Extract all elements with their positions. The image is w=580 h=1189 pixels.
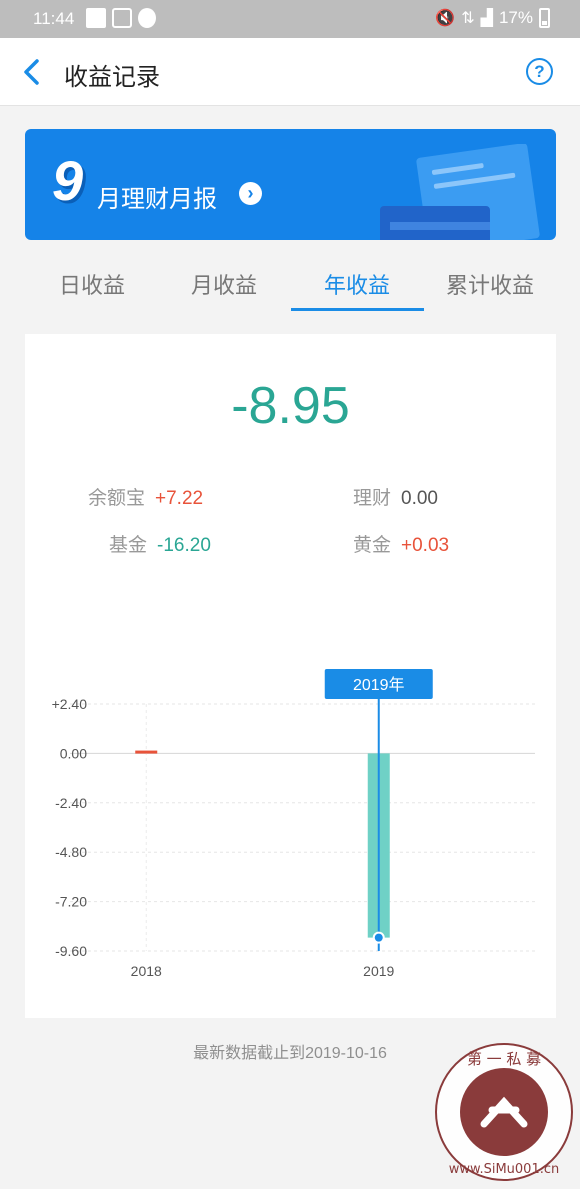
- selection-point: [372, 931, 385, 944]
- yearly-earnings-chart[interactable]: +2.40 0.00 -2.40 -4.80 -7.20 -9.60 2018 2019 201…: [25, 634, 556, 994]
- tab-bar: 日收益 月收益 年收益 累计收益: [0, 252, 580, 312]
- y-tick-label: -4.80: [55, 844, 87, 860]
- status-right: 🔇 ⇅ ▟ 17%: [435, 8, 550, 28]
- page-title: 收益记录: [64, 64, 160, 91]
- active-tab-indicator: [291, 308, 424, 311]
- y-tick-label: -2.40: [55, 795, 87, 811]
- fund-value: -16.20: [157, 535, 211, 556]
- watermark-bottom-text: www.SiMu001.cn: [449, 1162, 560, 1177]
- status-bar: 11:44 🔇 ⇅ ▟ 17%: [0, 0, 580, 38]
- fund-earnings: 基金 -16.20: [109, 530, 211, 557]
- total-earnings: -8.95: [231, 377, 350, 435]
- gold-value: +0.03: [401, 535, 450, 556]
- tooltip-label: 2019年: [353, 676, 405, 694]
- gold-label: 黄金: [353, 535, 392, 556]
- nav-bar: 收益记录 ?: [0, 38, 580, 106]
- wealth-earnings: 理财 0.00: [353, 483, 438, 510]
- watermark-logo: 第 一 私 募 www.SiMu001.cn: [435, 1043, 573, 1181]
- report-illustration-icon: [380, 144, 540, 240]
- y-tick-label: -9.60: [55, 943, 87, 959]
- earnings-card: -8.95 余额宝 +7.22 理财 0.00 基金 -16.20 黄金 +0.03 +…: [25, 334, 556, 1018]
- battery-icon: [539, 8, 550, 28]
- help-button[interactable]: ?: [526, 58, 553, 85]
- activity-icon: [112, 8, 132, 28]
- status-time: 11:44: [33, 9, 75, 28]
- banner-text: 月理财月报: [97, 186, 217, 213]
- notification-square-icon: [86, 8, 106, 28]
- battery-percent: 17%: [498, 8, 533, 27]
- tab-cumulative[interactable]: 累计收益: [424, 268, 556, 300]
- x-tick-label: 2019: [363, 963, 394, 979]
- y-tick-label: -7.20: [55, 894, 87, 910]
- gold-earnings: 黄金 +0.03: [353, 530, 449, 557]
- banner-month: 9: [52, 149, 84, 212]
- monthly-report-banner[interactable]: 9 月理财月报 ›: [25, 129, 556, 240]
- app-notification-icon: [138, 8, 156, 28]
- y-tick-label: +2.40: [52, 696, 88, 712]
- watermark-top-text: 第 一 私 募: [467, 1050, 541, 1068]
- fund-label: 基金: [109, 535, 148, 556]
- wealth-label: 理财: [353, 488, 392, 509]
- yuebao-earnings: 余额宝 +7.22: [88, 483, 203, 510]
- tab-yearly[interactable]: 年收益: [291, 268, 423, 300]
- yuebao-label: 余额宝: [88, 488, 146, 509]
- signal-icon: ▟: [480, 10, 493, 27]
- tab-monthly[interactable]: 月收益: [158, 268, 290, 300]
- chevron-left-icon: [24, 59, 39, 85]
- notification-icons: [86, 8, 156, 28]
- yuebao-value: +7.22: [155, 488, 204, 509]
- chevron-right-icon: ›: [239, 182, 262, 205]
- wealth-value: 0.00: [401, 488, 438, 509]
- tab-daily[interactable]: 日收益: [26, 268, 158, 300]
- mute-icon: 🔇: [435, 10, 456, 27]
- data-icon: ⇅: [461, 10, 475, 27]
- y-tick-label: 0.00: [60, 745, 87, 761]
- x-tick-label: 2018: [131, 963, 162, 979]
- back-button[interactable]: [18, 55, 48, 89]
- bar-2018: [135, 750, 158, 754]
